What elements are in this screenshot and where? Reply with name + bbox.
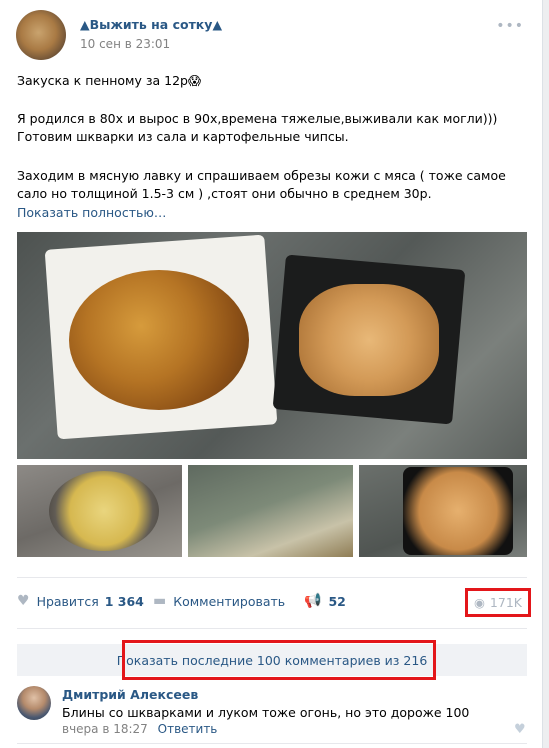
- comment-button[interactable]: ▬ Комментировать: [153, 593, 285, 609]
- potato-chips-shape: [69, 270, 249, 410]
- comment-meta: вчера в 18:27 Ответить: [62, 722, 217, 736]
- more-horizontal-icon[interactable]: •••: [496, 18, 524, 34]
- post-card: ▲Выжить на сотку▲ 10 сен в 23:01 ••• Зак…: [0, 0, 543, 748]
- frying-pan-shape: [49, 471, 159, 551]
- comment-like-icon[interactable]: ♥: [514, 722, 526, 737]
- comment-time[interactable]: вчера в 18:27: [62, 722, 148, 736]
- comment-label: Комментировать: [173, 593, 286, 609]
- divider: [17, 628, 527, 629]
- post-photo-main[interactable]: [17, 232, 527, 459]
- reply-link[interactable]: Ответить: [158, 722, 218, 736]
- post-text-line1: Закуска к пенному за 12р😱: [17, 73, 202, 88]
- cracklings-shape: [299, 284, 439, 396]
- commenter-avatar[interactable]: [17, 686, 51, 720]
- show-more-link[interactable]: Показать полностью…: [17, 205, 166, 220]
- views-count: 171K: [489, 595, 522, 610]
- post-date[interactable]: 10 сен в 23:01: [80, 37, 170, 51]
- post-text-para2: Я родился в 80х и вырос в 90х,времена тя…: [17, 111, 498, 144]
- comment-text: Блины со шкварками и луком тоже огонь, н…: [62, 705, 470, 720]
- share-button[interactable]: 📢 52: [304, 593, 346, 609]
- post-photo-3[interactable]: [188, 465, 353, 557]
- post-photo-2[interactable]: [17, 465, 182, 557]
- divider: [17, 577, 527, 578]
- share-count: 52: [328, 593, 346, 609]
- eye-icon: ◉: [474, 595, 485, 610]
- like-count: 1 364: [104, 593, 144, 609]
- like-label: Нравится: [36, 593, 99, 609]
- like-button[interactable]: ♥ Нравится 1 364: [17, 593, 144, 609]
- highlight-box: [122, 640, 436, 680]
- group-avatar[interactable]: [16, 10, 66, 60]
- megaphone-icon: 📢: [304, 593, 322, 609]
- views-counter: ◉ 171K: [465, 588, 531, 617]
- post-photo-4[interactable]: [359, 465, 527, 557]
- plate-small-shape: [403, 467, 513, 555]
- heart-icon: ♥: [17, 593, 30, 609]
- post-author[interactable]: ▲Выжить на сотку▲: [80, 17, 222, 32]
- post-actions: ♥ Нравится 1 364 ▬ Комментировать 📢 52: [17, 593, 527, 613]
- comment-icon: ▬: [153, 593, 167, 609]
- divider: [17, 743, 527, 744]
- comment-author[interactable]: Дмитрий Алексеев: [62, 687, 198, 702]
- post-text-para3: Заходим в мясную лавку и спрашиваем обре…: [17, 168, 506, 201]
